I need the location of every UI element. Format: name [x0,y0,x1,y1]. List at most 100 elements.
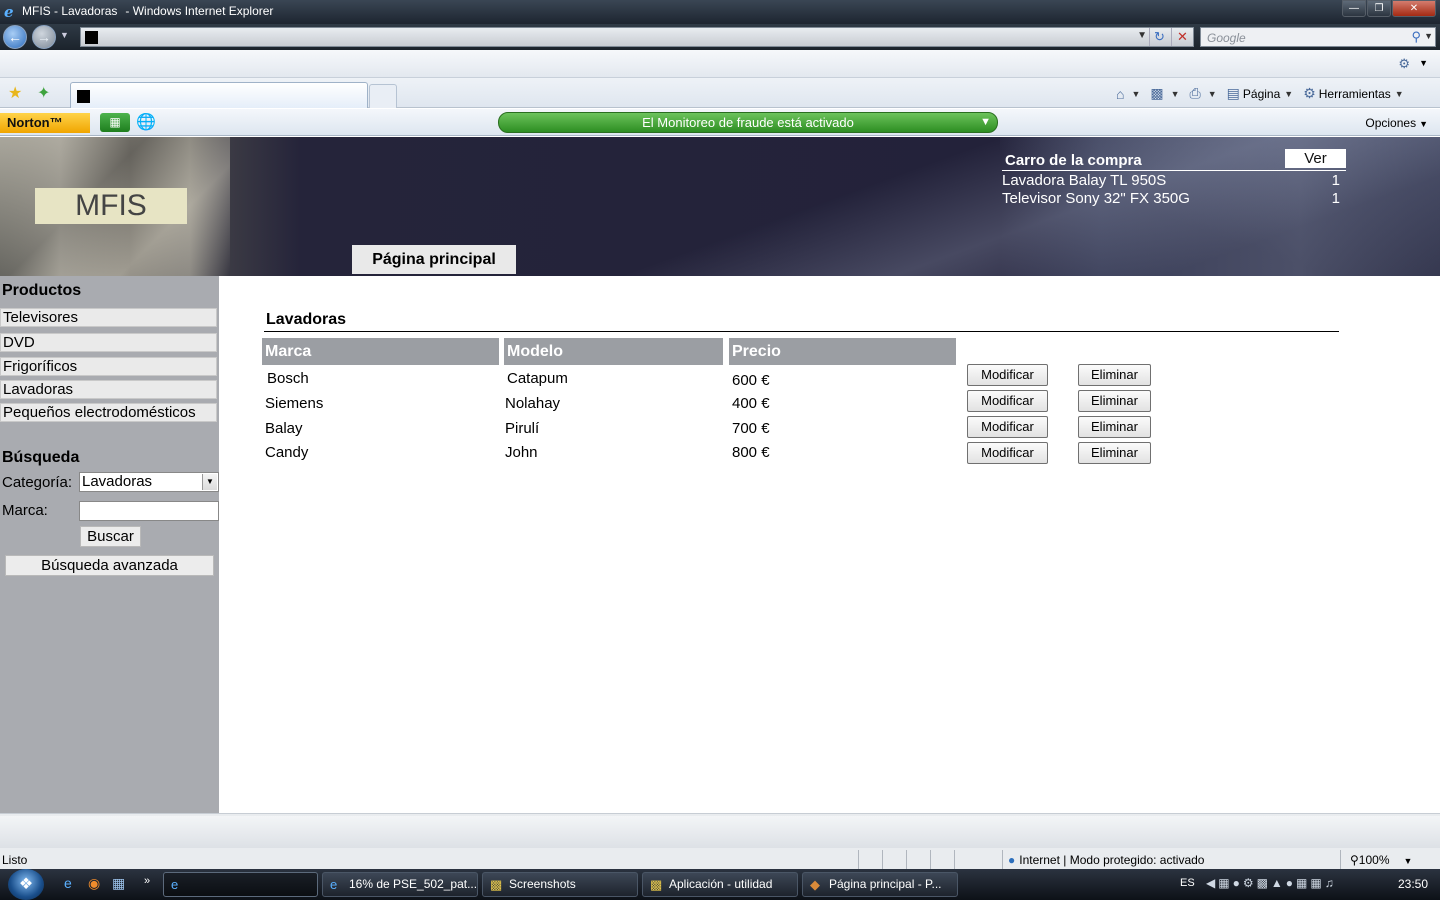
delete-button[interactable]: Eliminar [1078,364,1151,386]
history-dropdown-icon[interactable]: ▼ [60,30,69,40]
sidebar-item-pequenos-electrodomesticos[interactable]: Pequeños electrodomésticos [0,403,217,422]
column-header-marca: Marca [262,338,499,365]
address-bar[interactable]: ▼ ↻ ✕ [80,27,1194,47]
translate-dropdown-icon[interactable]: ▼ [1419,58,1428,68]
fraud-dropdown-icon[interactable]: ▼ [980,113,991,132]
security-zone[interactable]: ● Internet | Modo protegido: activado [1008,853,1204,867]
brand-input[interactable] [79,501,219,521]
taskbar-item-aplicacion[interactable]: ▩ Aplicación - utilidad [642,872,798,897]
cart-item-name: Televisor Sony 32" FX 350G [1002,190,1190,207]
translate-icon[interactable]: ⚙ [1398,56,1410,72]
start-button[interactable]: ❖ [8,869,44,900]
advanced-search-button[interactable]: Búsqueda avanzada [5,555,214,576]
page-title: Lavadoras [266,311,347,328]
page-favicon-icon [85,31,98,44]
firefox-quicklaunch-icon[interactable]: ◉ [88,875,100,892]
cell-modelo: Pirulí [505,420,540,437]
ie-quicklaunch-icon[interactable]: e [64,875,72,891]
new-tab-button[interactable] [369,84,397,108]
forward-button[interactable]: → [32,25,56,49]
cell-precio: 600 € [732,372,770,389]
home-command[interactable]: ⌂ ▼ [1116,86,1140,102]
globe-icon[interactable]: 🌐 [136,112,156,132]
search-options-icon[interactable]: ▼ [1424,31,1433,41]
zoom-level[interactable]: ⚲100% ▼ [1350,853,1412,867]
site-logo[interactable]: MFIS [35,188,187,224]
page-command[interactable]: ▤ Página ▼ [1227,85,1294,102]
tab-favicon-icon [77,90,90,103]
sidebar-item-lavadoras[interactable]: Lavadoras [0,380,217,399]
category-label: Categoría: [2,474,73,491]
fraud-monitor-status[interactable]: El Monitoreo de fraude está activado ▼ [498,112,998,133]
desktop-quicklaunch-icon[interactable]: ▦ [112,875,125,892]
search-button[interactable]: Buscar [80,526,141,547]
print-command[interactable]: ⎙ ▼ [1190,85,1217,102]
taskbar-item-ie[interactable]: e [163,872,318,897]
address-dropdown-icon[interactable]: ▼ [1137,30,1147,41]
delete-button[interactable]: Eliminar [1078,416,1151,438]
column-header-precio: Precio [729,338,956,365]
sidebar-item-frigorificos[interactable]: Frigoríficos [0,357,217,376]
cell-modelo: Nolahay [505,395,561,412]
cell-marca: Bosch [267,370,309,387]
tab-current[interactable] [70,82,368,108]
refresh-icon[interactable]: ↻ [1149,28,1169,46]
add-favorite-icon[interactable]: ✦ [37,83,50,103]
sidebar-item-dvd[interactable]: DVD [0,333,217,352]
title-divider [264,331,1339,332]
globe-icon: ● [1008,853,1016,867]
gear-icon: ⚙ [1303,85,1316,101]
quicklaunch-more-icon[interactable]: » [144,875,150,887]
cart-view-button[interactable]: Ver [1285,149,1346,168]
close-button[interactable]: ✕ [1392,0,1436,17]
delete-button[interactable]: Eliminar [1078,390,1151,412]
modify-button[interactable]: Modificar [967,416,1048,438]
menu-row: ⚙ ▼ [0,50,1440,78]
navigation-bar: ← → ▼ ▼ ↻ ✕ Google ⚲ ▼ [0,24,1440,50]
cell-marca: Candy [265,444,309,461]
taskbar-item-pagina-principal[interactable]: ◆ Página principal - P... [802,872,958,897]
status-text: Listo [2,853,28,867]
feeds-command[interactable]: ▩ ▼ [1150,85,1179,102]
norton-monitor-icon[interactable]: ▦ [100,113,130,132]
status-divider [1002,850,1003,869]
shopping-cart: Carro de la compra Ver Lavadora Balay TL… [1002,149,1346,207]
delete-button[interactable]: Eliminar [1078,442,1151,464]
search-input[interactable]: Google ⚲ ▼ [1200,27,1436,47]
ie-icon: e [171,877,179,892]
maximize-button[interactable]: ❐ [1367,0,1391,17]
modify-button[interactable]: Modificar [967,364,1048,386]
stop-icon[interactable]: ✕ [1171,28,1193,46]
site-header: MFIS Página principal Carro de la compra… [0,137,1440,276]
tools-command[interactable]: ⚙ Herramientas ▼ [1303,85,1404,102]
back-button[interactable]: ← [3,25,27,49]
sidebar-item-televisores[interactable]: Televisores [0,308,217,327]
modify-button[interactable]: Modificar [967,390,1048,412]
cart-item-name: Lavadora Balay TL 950S [1002,172,1167,189]
norton-toolbar: Norton™ ▦ 🌐 El Monitoreo de fraude está … [0,109,1440,136]
folder-icon: ▩ [650,877,663,892]
language-indicator[interactable]: ES [1180,877,1195,889]
taskbar-item-screenshots[interactable]: ▩ Screenshots [482,872,638,897]
chevron-down-icon[interactable]: ▼ [202,474,217,490]
taskbar-item-download[interactable]: e 16% de PSE_502_pat... [322,872,478,897]
system-tray-icons[interactable]: ◀▦●⚙▩▲●▦▦♫ [1206,876,1337,890]
cell-precio: 800 € [732,444,770,461]
norton-logo[interactable]: Norton™ [0,113,90,133]
home-page-tab[interactable]: Página principal [352,245,516,274]
category-select[interactable]: Lavadoras ▼ [79,472,219,492]
clock[interactable]: 23:50 [1398,877,1428,891]
cell-marca: Balay [265,420,303,437]
norton-options-menu[interactable]: Opciones ▼ [1365,116,1428,130]
tab-row: ★ ✦ ⌂ ▼ ▩ ▼ ⎙ ▼ ▤ Página ▼ ⚙ Herramientas ▼ [0,78,1440,108]
cell-precio: 700 € [732,420,770,437]
search-icon[interactable]: ⚲ [1411,29,1421,45]
horizontal-scrollbar[interactable] [0,816,1440,848]
cart-item-qty: 1 [1331,172,1340,189]
favorites-star-icon[interactable]: ★ [8,83,22,103]
app-icon: ◆ [810,877,820,892]
minimize-button[interactable]: — [1342,0,1366,17]
modify-button[interactable]: Modificar [967,442,1048,464]
cart-item: Lavadora Balay TL 950S 1 [1002,171,1346,189]
status-divider [1340,850,1341,869]
